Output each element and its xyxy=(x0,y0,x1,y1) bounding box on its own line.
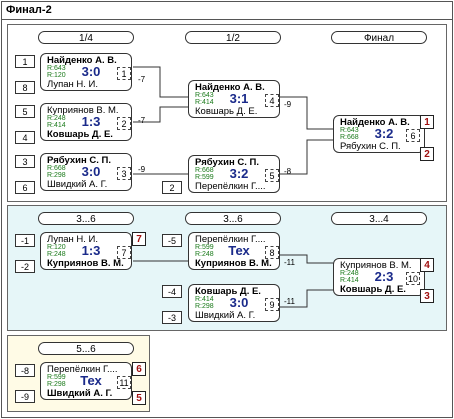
player-2-name: Ковшарь Д. Е. xyxy=(340,284,406,295)
match-number: 1 xyxy=(117,67,131,80)
player-2-name: Ковшарь Д. Е. xyxy=(47,129,113,140)
match-card[interactable]: Найденко А. В. R:643 R:414 3:1 Ковшарь Д… xyxy=(188,80,280,118)
player-2-name: Швидкий А. Г. xyxy=(47,388,113,399)
stage-label-5-6: 5...6 xyxy=(38,342,134,355)
place-box: 3 xyxy=(420,289,434,303)
match-number: 2 xyxy=(117,117,131,130)
match-score: 3:0 xyxy=(229,295,249,310)
match-score: 3:0 xyxy=(81,64,101,79)
match-score: 3:2 xyxy=(374,126,394,141)
seed-box: 1 xyxy=(15,55,35,68)
match-number: 4 xyxy=(265,94,279,107)
match-number: 10 xyxy=(406,272,420,285)
player-2-name: Куприянов В. М. xyxy=(47,258,124,269)
player-2-name: Куприянов В. М. xyxy=(195,258,272,269)
seed-box: -4 xyxy=(162,285,182,298)
match-number: 11 xyxy=(117,376,131,389)
stage-label-final: Финал xyxy=(331,31,427,44)
seed-box: 3 xyxy=(15,155,35,168)
seed-box: 5 xyxy=(15,105,35,118)
place-box: 6 xyxy=(132,362,146,376)
match-score: 3:2 xyxy=(229,166,249,181)
match-number: 6 xyxy=(406,129,420,142)
player-2-name: Ковшарь Д. Е. xyxy=(195,106,258,117)
place-box: 5 xyxy=(132,391,146,405)
match-number: 3 xyxy=(117,167,131,180)
loser-ref-label: -8 xyxy=(284,167,292,176)
stage-label-3-4: 3...4 xyxy=(331,212,427,225)
match-card[interactable]: Рябухин С. П. R:668 R:298 3:0 Швидкий А.… xyxy=(40,153,132,191)
match-card[interactable]: Перепёлкин Г.... R:599 R:298 Тех Швидкий… xyxy=(40,362,132,400)
seed-box: -9 xyxy=(15,390,35,403)
page-title: Финал-2 xyxy=(6,4,52,16)
seed-box: -2 xyxy=(15,260,35,273)
match-score: 1:3 xyxy=(81,114,101,129)
match-number: 7 xyxy=(117,246,131,259)
loser-ref-label: -11 xyxy=(284,258,295,267)
match-card[interactable]: Перепёлкин Г.... R:599 R:248 Тех Куприян… xyxy=(188,232,280,270)
place-box: 7 xyxy=(132,232,146,246)
place-box: 2 xyxy=(420,147,434,161)
match-card[interactable]: Найденко А. В. R:643 R:120 3:0 Лупан Н. … xyxy=(40,53,132,91)
place-box: 4 xyxy=(420,258,434,272)
seed-box: -5 xyxy=(162,234,182,247)
player-2-name: Перепёлкин Г.... xyxy=(195,181,266,192)
match-card[interactable]: Лупан Н. И. R:120 R:248 1:3 Куприянов В.… xyxy=(40,232,132,270)
loser-ref-label: -7 xyxy=(138,116,146,125)
player-2-name: Швидкий А. Г. xyxy=(195,310,256,321)
seed-box: 2 xyxy=(162,181,182,194)
match-card[interactable]: Ковшарь Д. Е. R:414 R:298 3:0 Швидкий А.… xyxy=(188,284,280,322)
match-card[interactable]: Куприянов В. М. R:248 R:414 1:3 Ковшарь … xyxy=(40,103,132,141)
match-card[interactable]: Куприянов В. М. R:248 R:414 2:3 Ковшарь … xyxy=(333,258,425,296)
stage-label-semifinal: 1/2 xyxy=(185,31,281,44)
title-divider xyxy=(1,19,453,20)
match-score: 3:0 xyxy=(81,164,101,179)
player-2-name: Рябухин С. П. xyxy=(340,141,401,152)
loser-ref-label: -9 xyxy=(138,165,146,174)
match-number: 5 xyxy=(265,169,279,182)
loser-ref-label: -7 xyxy=(138,75,146,84)
seed-box: 8 xyxy=(15,81,35,94)
loser-ref-label: -9 xyxy=(284,100,292,109)
match-score: 1:3 xyxy=(81,243,101,258)
player-2-name: Лупан Н. И. xyxy=(47,79,99,90)
seed-box: -1 xyxy=(15,234,35,247)
match-score: Тех xyxy=(80,373,102,388)
stage-label-3-6-a: 3...6 xyxy=(38,212,134,225)
stage-label-quarterfinal: 1/4 xyxy=(38,31,134,44)
match-score: 2:3 xyxy=(374,269,394,284)
match-number: 8 xyxy=(265,246,279,259)
seed-box: -8 xyxy=(15,364,35,377)
match-card-final[interactable]: Найденко А. В. R:643 R:668 3:2 Рябухин С… xyxy=(333,115,425,153)
stage-label-3-6-b: 3...6 xyxy=(185,212,281,225)
match-score: Тех xyxy=(228,243,250,258)
place-box: 1 xyxy=(420,115,434,129)
seed-box: 6 xyxy=(15,181,35,194)
player-2-name: Швидкий А. Г. xyxy=(47,179,108,190)
seed-box: -3 xyxy=(162,311,182,324)
match-number: 9 xyxy=(265,298,279,311)
match-score: 3:1 xyxy=(229,91,249,106)
loser-ref-label: -11 xyxy=(284,297,295,306)
match-card[interactable]: Рябухин С. П. R:668 R:599 3:2 Перепёлкин… xyxy=(188,155,280,193)
seed-box: 4 xyxy=(15,131,35,144)
